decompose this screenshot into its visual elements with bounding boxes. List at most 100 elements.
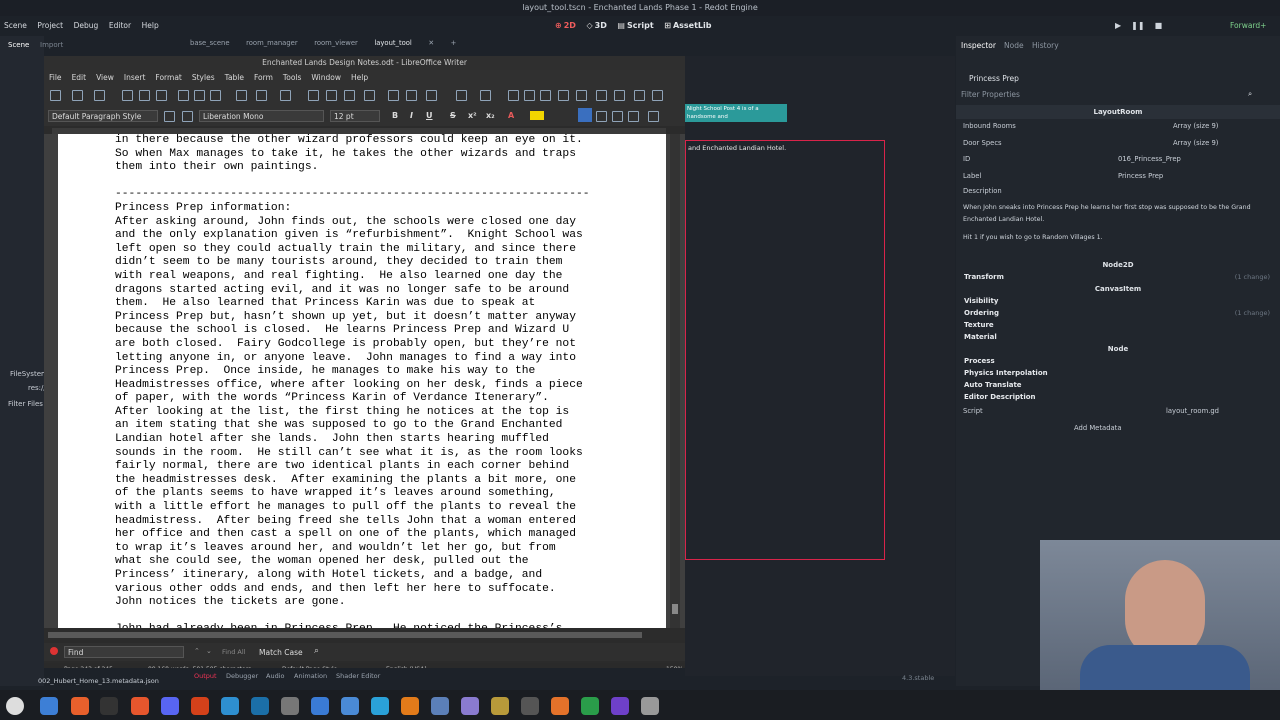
document-line[interactable]: dragons started acting evil, and it was … [115,284,625,298]
section-layoutroom[interactable]: LayoutRoom [956,105,1280,119]
endnote-icon[interactable] [540,90,551,101]
insert-field-icon[interactable] [456,90,467,101]
paragraph-style-select[interactable]: Default Paragraph Style [48,110,158,122]
document-line[interactable]: to wrap it’s leaves around her, and woul… [115,542,625,556]
tab-assetlib[interactable]: ⊞ AssetLib [664,16,711,36]
category-process[interactable]: Process [964,357,995,365]
copy-icon[interactable] [194,90,205,101]
document-line[interactable]: letting anyone in, or anyone leave. John… [115,352,625,366]
prop-label-value[interactable]: Princess Prep [1118,169,1163,183]
special-char-icon[interactable] [480,90,491,101]
bottom-tab-shader-editor[interactable]: Shader Editor [336,672,380,680]
subscript-button[interactable]: x₂ [486,111,495,120]
section-node2d[interactable]: Node2D [956,258,1280,272]
insert-table-icon[interactable] [364,90,375,101]
document-line[interactable]: headmistress. After being freed she tell… [115,515,625,529]
app-icon-17[interactable] [521,697,539,715]
app-icon-16[interactable] [491,697,509,715]
shapes-icon[interactable] [652,90,663,101]
tab-history[interactable]: History [1032,41,1059,50]
terminal-icon[interactable] [100,697,118,715]
room-node-preview[interactable]: Night School Post 4 is of a handsome and [685,104,787,122]
match-case-checkbox[interactable]: Match Case [259,648,303,657]
undo-icon[interactable] [256,90,267,101]
document-line[interactable]: because the school is closed. He learns … [115,324,625,338]
document-line[interactable]: John notices the tickets are gone. [115,596,625,610]
scene-tab-base-scene[interactable]: base_scene [190,39,230,47]
start-menu-icon[interactable] [6,697,24,715]
scene-tab-room-viewer[interactable]: room_viewer [314,39,358,47]
tab-import[interactable]: Import [40,41,63,49]
document-line[interactable]: the headmistresses desk. After examining… [115,474,625,488]
align-right-button[interactable] [612,111,623,122]
document-line[interactable]: Princess Prep. Once inside, he manages t… [115,365,625,379]
close-find-icon[interactable] [50,647,58,655]
document-line[interactable]: After looking at the list, the first thi… [115,406,625,420]
document-line[interactable]: are both closed. Fairy Godcollege is pro… [115,338,625,352]
app-icon-7[interactable] [221,697,239,715]
bottom-file[interactable]: 002_Hubert_Home_13.metadata.json [38,677,159,685]
scene-tab-layout-tool[interactable]: layout_tool [374,39,411,47]
save-icon[interactable] [94,90,105,101]
new-doc-icon[interactable] [50,90,61,101]
document-line[interactable]: Princess Prep but, hasn’t shown up yet, … [115,311,625,325]
vertical-scrollbar[interactable] [670,134,680,628]
document-line[interactable]: them into their own paintings. [115,161,625,175]
align-center-button[interactable] [596,111,607,122]
writer-menu-view[interactable]: View [91,70,119,86]
selected-node-name[interactable]: Princess Prep [969,74,1019,83]
category-physics-interpolation[interactable]: Physics Interpolation [964,369,1048,377]
formatting-marks-icon[interactable] [344,90,355,101]
font-color-button[interactable]: A [508,111,514,120]
writer-menu-form[interactable]: Form [249,70,278,86]
app-icon-6[interactable] [191,697,209,715]
writer-menu-format[interactable]: Format [150,70,186,86]
prop-label[interactable]: Label Princess Prep [963,169,1268,183]
document-line[interactable]: fairly normal, there are two identical p… [115,460,625,474]
prop-inbound-rooms-value[interactable]: Array (size 9) [1173,119,1218,133]
menu-debug[interactable]: Debug [70,16,103,36]
export-pdf-icon[interactable] [122,90,133,101]
document-line[interactable]: left open so they could actually train t… [115,243,625,257]
menu-project[interactable]: Project [33,16,67,36]
category-visibility[interactable]: Visibility [964,297,998,305]
app-icon-12[interactable] [371,697,389,715]
document-line[interactable]: what she could see, the woman opened her… [115,555,625,569]
comment-icon[interactable] [596,90,607,101]
find-replace-icon[interactable] [308,90,319,101]
writer-menu-insert[interactable]: Insert [119,70,151,86]
justify-button[interactable] [628,111,639,122]
track-changes-icon[interactable] [614,90,625,101]
prop-door-specs[interactable]: Door Specs Array (size 9) [963,136,1268,150]
find-previous-icon[interactable]: ⌃ [194,647,200,655]
stop-icon[interactable]: ■ [1155,21,1163,30]
underline-button[interactable]: U [426,111,433,120]
camera-icon[interactable] [311,697,329,715]
document-line[interactable]: John had already been in Princess Prep. … [115,623,625,628]
highlight-color-button[interactable] [530,111,544,120]
tab-script[interactable]: ▤ Script [617,16,653,36]
document-line[interactable]: Princess’ itinerary, along with Hotel ti… [115,569,625,583]
play-icon[interactable]: ▶ [1115,21,1121,30]
tab-node[interactable]: Node [1004,41,1024,50]
files-icon[interactable] [40,697,58,715]
find-input[interactable]: Find [64,646,184,658]
document-text[interactable]: in there because the other wizard profes… [115,134,625,628]
add-metadata-button[interactable]: Add Metadata [1074,421,1194,435]
category-ordering[interactable]: Ordering [964,309,999,317]
pause-icon[interactable]: ❚❚ [1131,21,1144,30]
writer-menu-edit[interactable]: Edit [67,70,92,86]
writer-menu-tools[interactable]: Tools [278,70,306,86]
print-icon[interactable] [139,90,150,101]
document-area[interactable]: in there because the other wizard profes… [44,134,685,628]
category-texture[interactable]: Texture [964,321,994,329]
blender-icon[interactable] [551,697,569,715]
writer-menu-styles[interactable]: Styles [187,70,220,86]
clone-format-icon[interactable] [236,90,247,101]
document-line[interactable]: with a little effort he manages to pull … [115,501,625,515]
app-icon-9[interactable] [281,697,299,715]
horizontal-scrollbar[interactable] [44,630,685,640]
line-spacing-button[interactable] [648,111,659,122]
tab-scene-dock[interactable]: Scene [8,41,29,49]
settings-icon[interactable] [641,697,659,715]
